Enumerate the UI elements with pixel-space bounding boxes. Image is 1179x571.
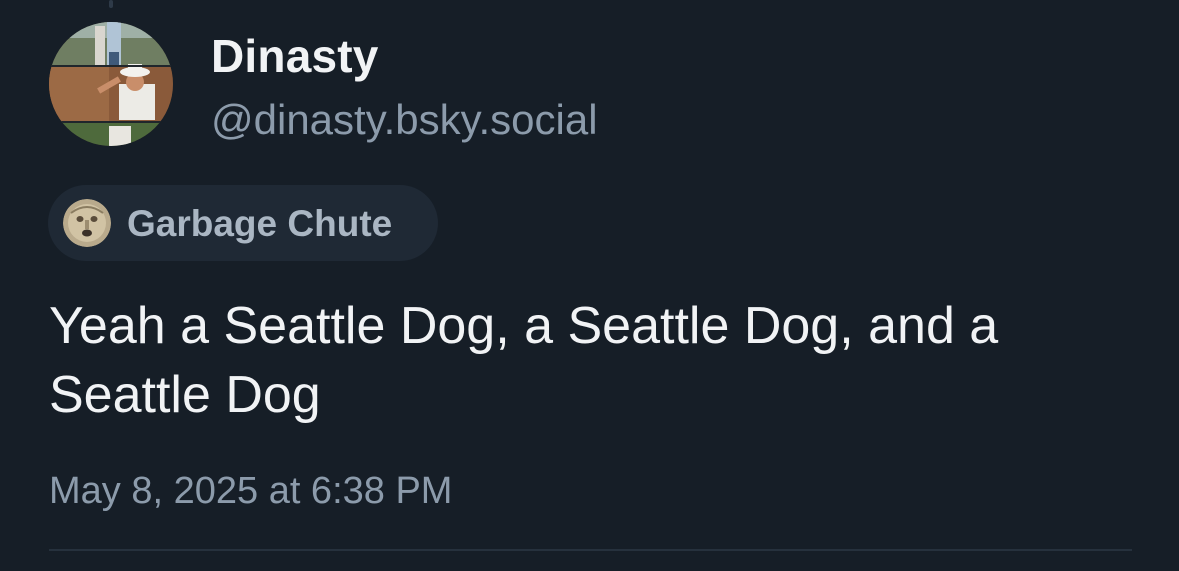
stone-face-icon [63, 199, 111, 247]
post-timestamp[interactable]: May 8, 2025 at 6:38 PM [49, 472, 452, 510]
feed-chip[interactable]: Garbage Chute [48, 185, 438, 261]
post-text: Yeah a Seattle Dog, a Seattle Dog, and a… [49, 297, 999, 424]
author-display-name[interactable]: Dinasty [211, 33, 379, 79]
avatar[interactable] [49, 22, 173, 146]
divider [49, 549, 1132, 551]
avatar-photo-image [49, 22, 173, 146]
author-handle[interactable]: @dinasty.bsky.social [211, 99, 598, 141]
feed-name-label: Garbage Chute [127, 202, 393, 244]
thread-connector-line [109, 0, 113, 8]
